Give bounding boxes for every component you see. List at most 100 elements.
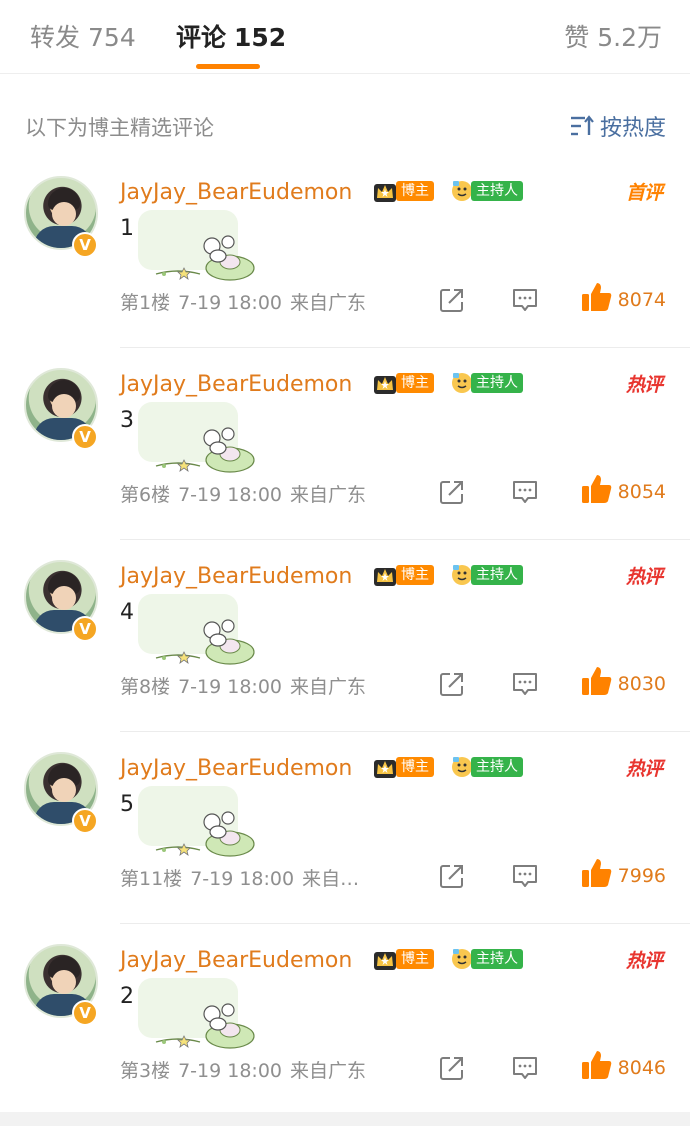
comment-icon[interactable]: [511, 286, 539, 314]
floor-number: 第11楼: [120, 868, 183, 890]
comment-meta: 第8楼 7-19 18:00 来自广东: [120, 672, 374, 699]
avatar-face: [52, 778, 76, 802]
comment-tabs: 转发 754 评论 152 赞 5.2万: [0, 0, 690, 74]
like-count: 8074: [617, 289, 666, 311]
like-count: 7996: [617, 865, 666, 887]
sort-by-hot-button[interactable]: 按热度: [570, 110, 666, 142]
tab-repost[interactable]: 转发 754: [30, 18, 136, 54]
share-icon[interactable]: [438, 286, 466, 314]
share-icon[interactable]: [438, 862, 466, 890]
floor-number: 第3楼: [120, 1060, 171, 1082]
username[interactable]: JayJay_BearEudemon: [120, 564, 352, 589]
tab-likes-count: 5.2万: [597, 23, 662, 52]
floor-number: 第8楼: [120, 676, 171, 698]
comment-location: 来自广东: [290, 292, 367, 314]
like-count: 8046: [617, 1057, 666, 1079]
host-tag: 主持人: [471, 565, 523, 585]
comment-time: 7-19 18:00: [190, 868, 295, 890]
tab-comments-label: 评论: [176, 23, 227, 52]
crown-icon: [374, 952, 396, 970]
sort-icon: [570, 115, 594, 136]
thumbs-up-icon[interactable]: [580, 664, 614, 698]
thumbs-up-icon[interactable]: [580, 472, 614, 506]
blogger-badge: 博主: [372, 178, 434, 204]
tab-comments[interactable]: 评论 152: [176, 18, 286, 54]
comment-icon[interactable]: [511, 862, 539, 890]
comment-location: 来自广东: [290, 484, 367, 506]
verified-v-icon: V: [72, 808, 98, 834]
comment-text: 1: [120, 216, 134, 241]
comment-icon[interactable]: [511, 478, 539, 506]
tab-repost-label: 转发: [30, 23, 81, 52]
username[interactable]: JayJay_BearEudemon: [120, 948, 352, 973]
comment-item: V JayJay_BearEudemon 博主 主持人 首评 1 第1楼 7-1…: [0, 156, 690, 348]
hot-comment-tag: 热评: [625, 374, 663, 396]
crown-icon: [374, 568, 396, 586]
comment-meta: 第1楼 7-19 18:00 来自广东: [120, 288, 374, 315]
floor-number: 第6楼: [120, 484, 171, 506]
crown-icon: [374, 760, 396, 778]
comment-item: V JayJay_BearEudemon 博主 主持人 热评 5 第11楼 7-…: [0, 732, 690, 924]
host-tag: 主持人: [471, 757, 523, 777]
avatar-face: [52, 586, 76, 610]
comment-item: V JayJay_BearEudemon 博主 主持人 热评 2 第3楼 7-1…: [0, 924, 690, 1116]
thumbs-up-icon[interactable]: [580, 280, 614, 314]
blogger-tag: 博主: [396, 181, 434, 201]
share-icon[interactable]: [438, 1054, 466, 1082]
host-badge: 主持人: [450, 754, 523, 780]
frog-mouse-sticker-image: [138, 594, 255, 665]
like-count: 8030: [617, 673, 666, 695]
crown-icon: [374, 184, 396, 202]
blogger-tag: 博主: [396, 757, 434, 777]
comment-text: 3: [120, 408, 134, 433]
verified-v-icon: V: [72, 232, 98, 258]
comment-text: 5: [120, 792, 134, 817]
like-count: 8054: [617, 481, 666, 503]
host-badge: 主持人: [450, 178, 523, 204]
host-tag: 主持人: [471, 373, 523, 393]
tab-likes[interactable]: 赞 5.2万: [564, 18, 662, 54]
comment-time: 7-19 18:00: [178, 1060, 283, 1082]
hot-comment-tag: 首评: [625, 182, 663, 204]
frog-mouse-sticker-image: [138, 402, 255, 473]
avatar-face: [52, 394, 76, 418]
comment-meta: 第11楼 7-19 18:00 来自…: [120, 864, 367, 891]
frog-mouse-sticker-image: [138, 210, 255, 281]
thumbs-up-icon[interactable]: [580, 856, 614, 890]
comment-text: 2: [120, 984, 134, 1009]
hot-comment-tag: 热评: [625, 758, 663, 780]
comment-location: 来自广东: [290, 676, 367, 698]
tab-comments-count: 152: [234, 23, 287, 52]
host-badge: 主持人: [450, 370, 523, 396]
blogger-badge: 博主: [372, 370, 434, 396]
comment-item: V JayJay_BearEudemon 博主 主持人 热评 4 第8楼 7-1…: [0, 540, 690, 732]
avatar-face: [52, 202, 76, 226]
comment-time: 7-19 18:00: [178, 292, 283, 314]
verified-v-icon: V: [72, 616, 98, 642]
floor-number: 第1楼: [120, 292, 171, 314]
tab-repost-count: 754: [88, 23, 136, 52]
share-icon[interactable]: [438, 670, 466, 698]
username[interactable]: JayJay_BearEudemon: [120, 756, 352, 781]
blogger-tag: 博主: [396, 949, 434, 969]
comment-meta: 第6楼 7-19 18:00 来自广东: [120, 480, 374, 507]
host-badge: 主持人: [450, 946, 523, 972]
comment-icon[interactable]: [511, 1054, 539, 1082]
username[interactable]: JayJay_BearEudemon: [120, 372, 352, 397]
comment-time: 7-19 18:00: [178, 676, 283, 698]
avatar-face: [52, 970, 76, 994]
host-tag: 主持人: [471, 181, 523, 201]
blogger-badge: 博主: [372, 754, 434, 780]
share-icon[interactable]: [438, 478, 466, 506]
tab-likes-label: 赞: [564, 23, 590, 52]
comment-location: 来自广东: [290, 1060, 367, 1082]
username[interactable]: JayJay_BearEudemon: [120, 180, 352, 205]
verified-v-icon: V: [72, 424, 98, 450]
hot-comment-tag: 热评: [625, 566, 663, 588]
blogger-tag: 博主: [396, 565, 434, 585]
thumbs-up-icon[interactable]: [580, 1048, 614, 1082]
blogger-badge: 博主: [372, 562, 434, 588]
active-tab-indicator: [196, 64, 260, 69]
comment-meta: 第3楼 7-19 18:00 来自广东: [120, 1056, 374, 1083]
comment-icon[interactable]: [511, 670, 539, 698]
